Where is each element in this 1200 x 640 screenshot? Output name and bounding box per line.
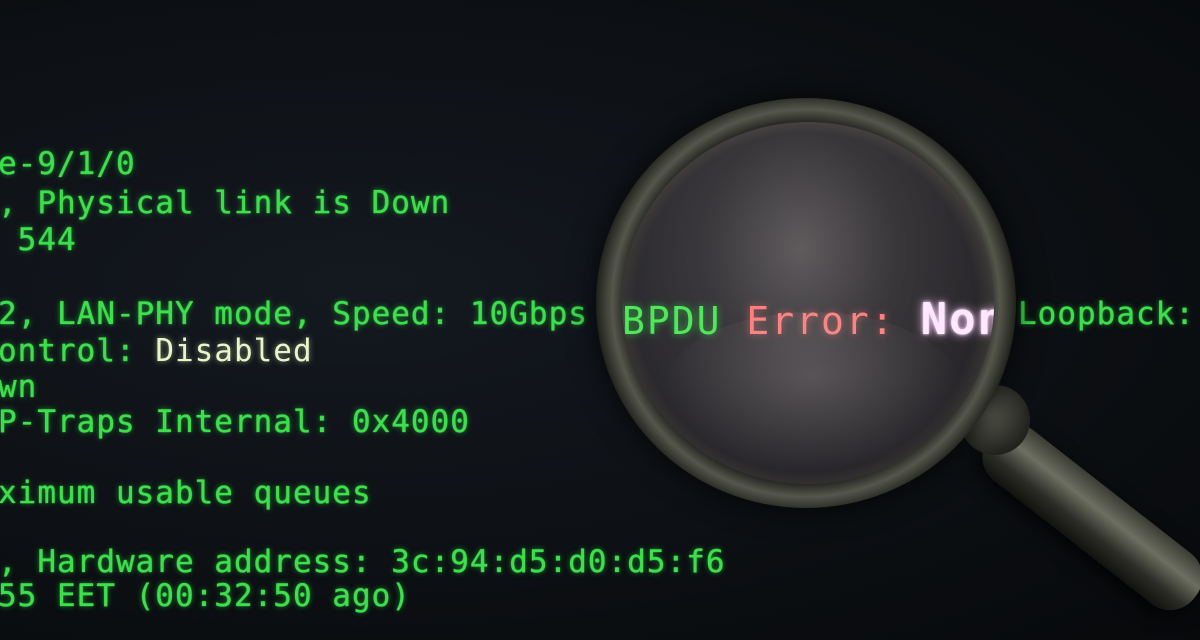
terminal-line-5-label: ontrol: [0, 333, 156, 369]
loopback-label: Loopback: [1018, 296, 1195, 332]
magnified-text: BPDU Error: Non [622, 298, 994, 343]
magnified-pdu: BPDU [622, 299, 722, 343]
terminal-line-5: ontrol: Disabled [0, 333, 313, 369]
terminal-line-6: wn [0, 369, 38, 405]
terminal-line-1: e-9/1/0 [0, 146, 136, 182]
terminal-line-3: 544 [0, 222, 77, 258]
terminal-line-7: P-Traps Internal: 0x4000 [0, 404, 470, 440]
terminal-line-2: , Physical link is Down [0, 185, 451, 221]
flow-control-value: Disabled [155, 333, 313, 369]
terminal-line-9: , Hardware address: 3c:94:d5:d0:d5:f6 [0, 544, 726, 580]
magnifier-lens: BPDU Error: Non [622, 122, 994, 484]
terminal-line-10: 55 EET (00:32:50 ago) [0, 578, 411, 614]
magnified-non: Non [920, 294, 994, 345]
terminal-line-4: 2, LAN-PHY mode, Speed: 10Gbps [0, 296, 588, 332]
photo-scene: e-9/1/0 , Physical link is Down 544 2, L… [0, 0, 1200, 640]
terminal-line-8: ximum usable queues [0, 475, 372, 511]
magnified-error: Error: [746, 299, 896, 343]
